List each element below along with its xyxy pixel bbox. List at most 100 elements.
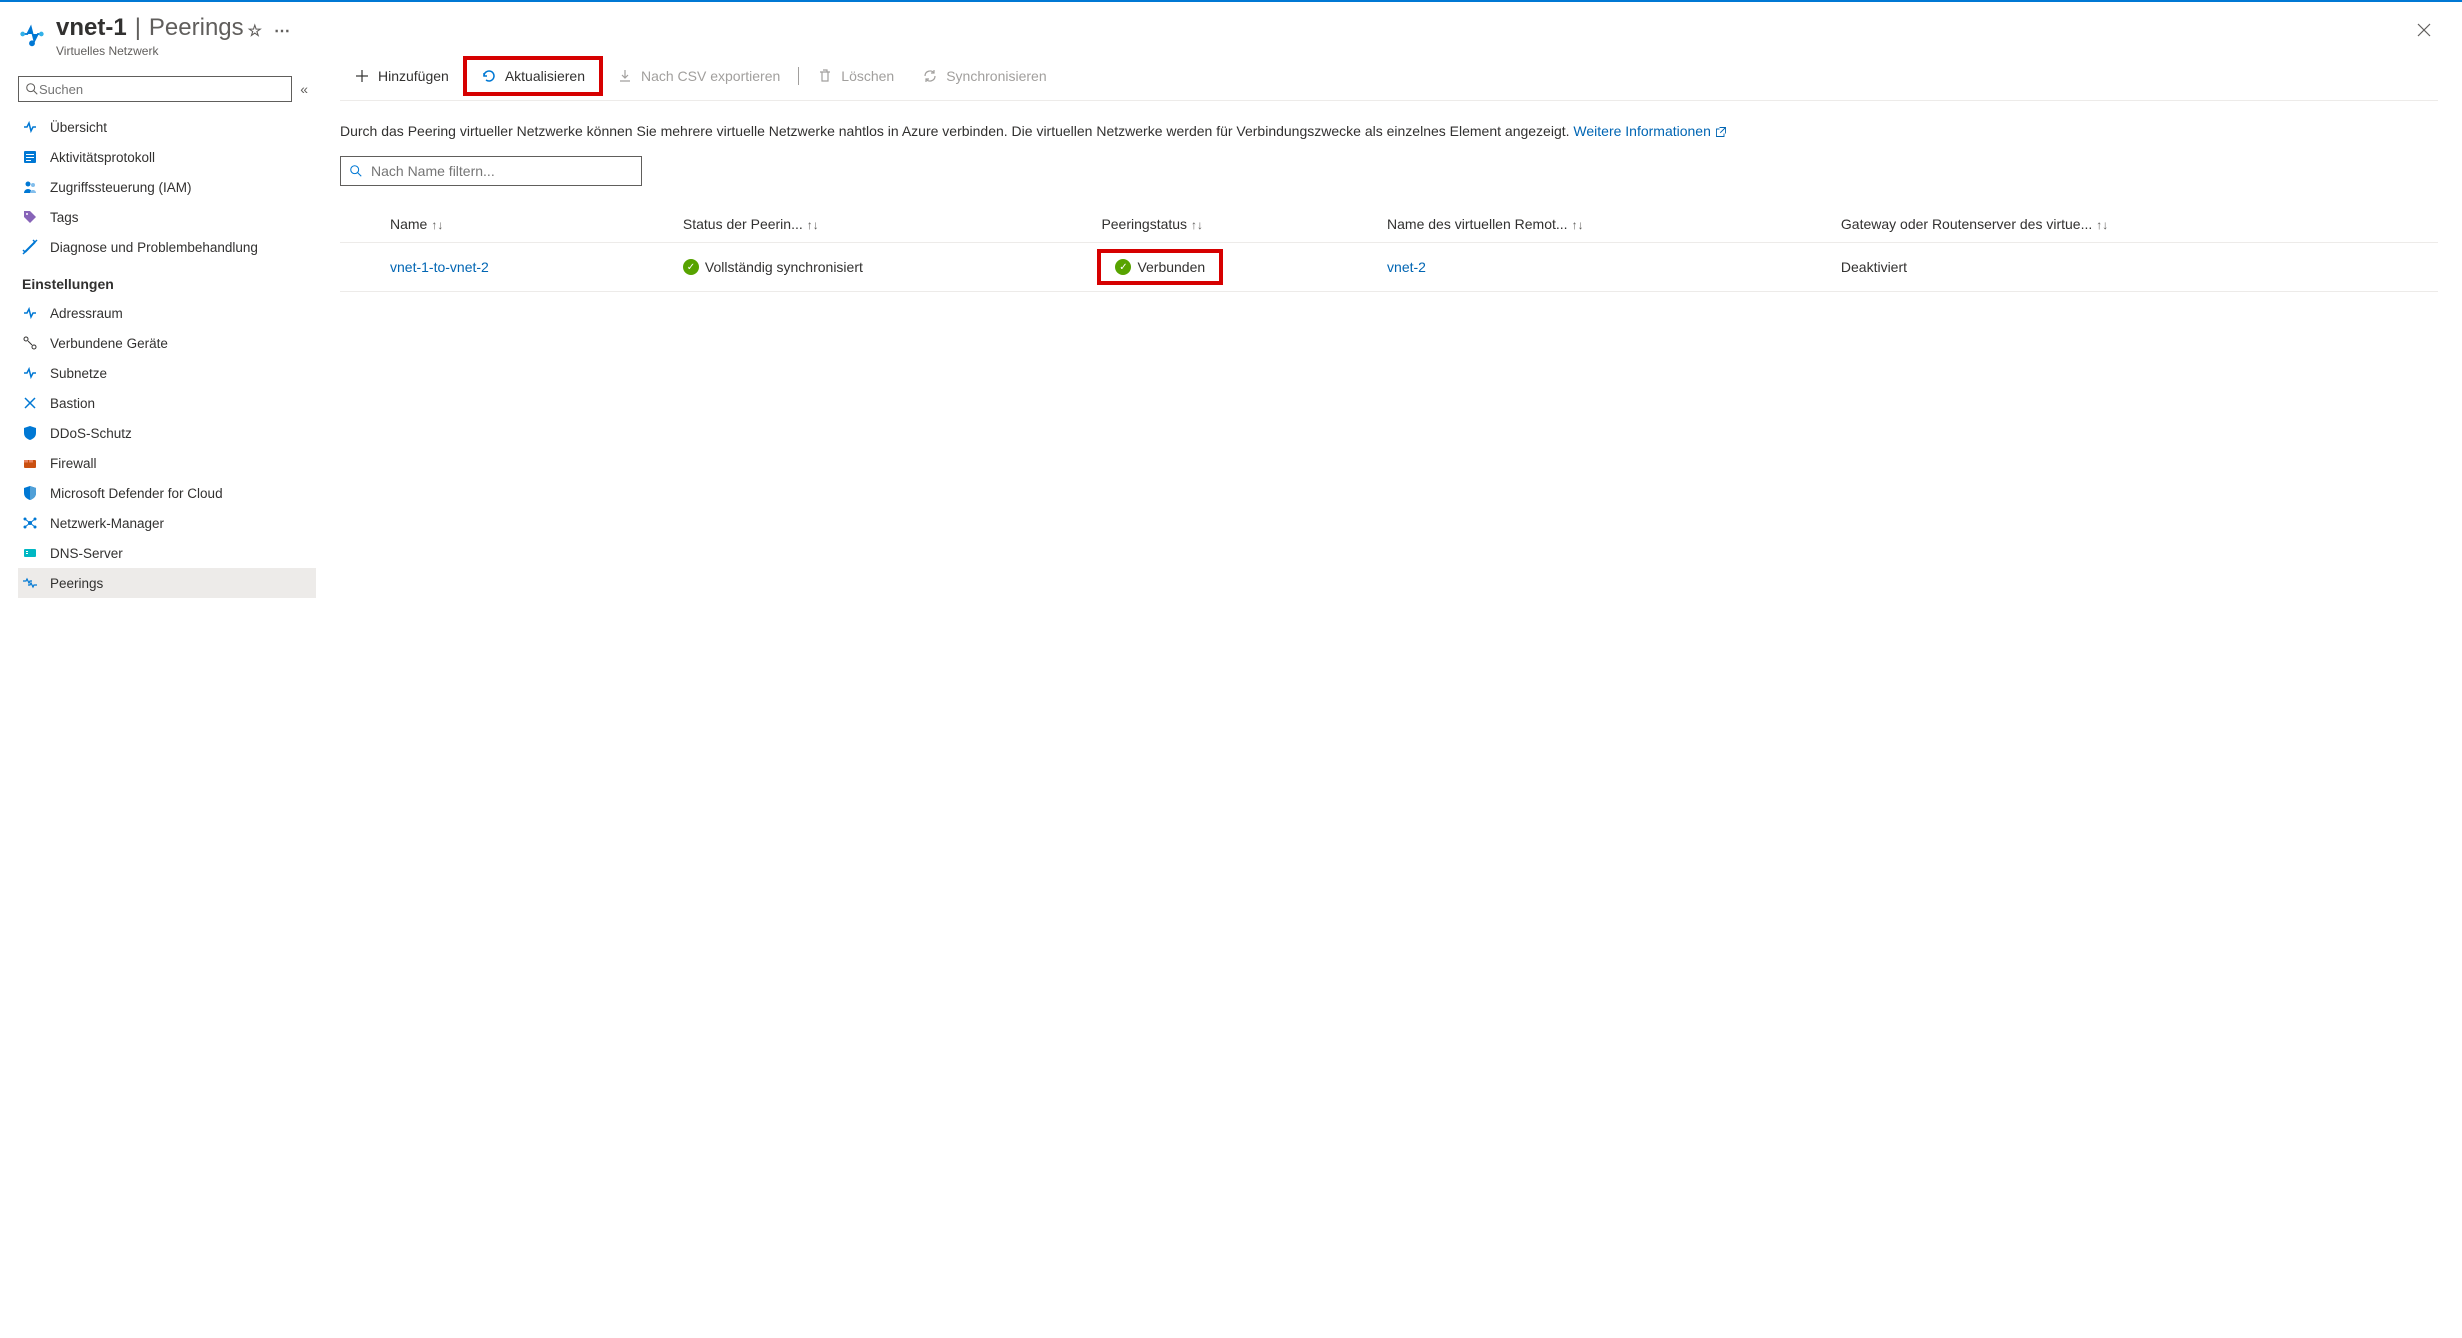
resource-type: Virtuelles Netzwerk: [56, 44, 316, 58]
nav-firewall[interactable]: Firewall: [18, 448, 316, 478]
page-name: Peerings: [149, 14, 244, 42]
peerings-table: Name↑↓ Status der Peerin...↑↓ Peeringsta…: [340, 206, 2438, 292]
log-icon: [22, 149, 38, 165]
nav-address-space[interactable]: Adressraum: [18, 298, 316, 328]
remote-vnet-link[interactable]: vnet-2: [1387, 259, 1426, 275]
nav-label: Aktivitätsprotokoll: [50, 150, 155, 165]
nav-connected-devices[interactable]: Verbundene Geräte: [18, 328, 316, 358]
nav-label: Zugriffssteuerung (IAM): [50, 180, 192, 195]
sync-button[interactable]: Synchronisieren: [908, 64, 1060, 88]
nav-label: DNS-Server: [50, 546, 123, 561]
nav-overview[interactable]: Übersicht: [18, 112, 316, 142]
bastion-icon: [22, 395, 38, 411]
overview-icon: [22, 119, 38, 135]
col-sync-status[interactable]: Status der Peerin...↑↓: [675, 206, 1094, 243]
sort-icon: ↑↓: [431, 218, 443, 232]
delete-button[interactable]: Löschen: [803, 64, 908, 88]
add-label: Hinzufügen: [378, 68, 449, 84]
learn-more-link[interactable]: Weitere Informationen: [1573, 123, 1726, 139]
sort-icon: ↑↓: [1572, 218, 1584, 232]
refresh-label: Aktualisieren: [505, 68, 585, 84]
col-peering-status[interactable]: Peeringstatus↑↓: [1093, 206, 1379, 243]
resource-name: vnet-1: [56, 14, 127, 42]
main-content: Hinzufügen Aktualisieren Nach CSV export…: [316, 4, 2462, 1338]
peerings-icon: [22, 575, 38, 591]
toolbar-separator: [798, 67, 799, 85]
nav-label: Bastion: [50, 396, 95, 411]
nav-label: Verbundene Geräte: [50, 336, 168, 351]
nav-peerings[interactable]: Peerings: [18, 568, 316, 598]
sort-icon: ↑↓: [2096, 218, 2108, 232]
refresh-button[interactable]: Aktualisieren: [463, 56, 603, 96]
refresh-icon: [481, 68, 497, 84]
sidebar: vnet-1 | Peerings ☆ ⋯ Virtuelles Netzwer…: [0, 4, 316, 1338]
nav-label: Tags: [50, 210, 79, 225]
search-icon: [349, 164, 363, 178]
nav-iam[interactable]: Zugriffssteuerung (IAM): [18, 172, 316, 202]
filter-input[interactable]: [371, 163, 633, 179]
dns-icon: [22, 545, 38, 561]
sync-status-text: Vollständig synchronisiert: [705, 259, 863, 275]
peering-name-link[interactable]: vnet-1-to-vnet-2: [390, 259, 489, 275]
col-name[interactable]: Name↑↓: [340, 206, 675, 243]
nav-label: Peerings: [50, 576, 103, 591]
network-manager-icon: [22, 515, 38, 531]
export-csv-button[interactable]: Nach CSV exportieren: [603, 64, 794, 88]
more-icon[interactable]: ⋯: [274, 21, 290, 41]
tag-icon: [22, 209, 38, 225]
external-link-icon: [1715, 126, 1727, 138]
search-icon: [25, 82, 39, 96]
vnet-icon: [18, 20, 46, 48]
sidebar-search[interactable]: [18, 76, 292, 102]
shield-icon: [22, 425, 38, 441]
nav-label: DDoS-Schutz: [50, 426, 132, 441]
sort-icon: ↑↓: [1191, 218, 1203, 232]
section-settings: Einstellungen: [18, 262, 316, 298]
sync-label: Synchronisieren: [946, 68, 1046, 84]
iam-icon: [22, 179, 38, 195]
address-icon: [22, 305, 38, 321]
col-remote-vnet[interactable]: Name des virtuellen Remot...↑↓: [1379, 206, 1833, 243]
col-gateway[interactable]: Gateway oder Routenserver des virtue...↑…: [1833, 206, 2438, 243]
nav-list: Übersicht Aktivitätsprotokoll Zugriffsst…: [18, 112, 316, 598]
sidebar-search-input[interactable]: [39, 82, 285, 97]
plus-icon: [354, 68, 370, 84]
firewall-icon: [22, 455, 38, 471]
close-blade-button[interactable]: [2416, 22, 2432, 41]
nav-subnets[interactable]: Subnetze: [18, 358, 316, 388]
nav-diagnose[interactable]: Diagnose und Problembehandlung: [18, 232, 316, 262]
nav-tags[interactable]: Tags: [18, 202, 316, 232]
nav-label: Adressraum: [50, 306, 123, 321]
resource-header: vnet-1 | Peerings ☆ ⋯ Virtuelles Netzwer…: [18, 14, 316, 58]
defender-icon: [22, 485, 38, 501]
info-paragraph: Durch das Peering virtueller Netzwerke k…: [340, 121, 2438, 142]
favorite-icon[interactable]: ☆: [248, 21, 262, 41]
nav-label: Microsoft Defender for Cloud: [50, 486, 223, 501]
toolbar: Hinzufügen Aktualisieren Nach CSV export…: [340, 56, 2438, 101]
nav-label: Übersicht: [50, 120, 107, 135]
success-icon: ✓: [683, 259, 699, 275]
nav-defender[interactable]: Microsoft Defender for Cloud: [18, 478, 316, 508]
peering-status-text: Verbunden: [1137, 259, 1205, 275]
nav-label: Netzwerk-Manager: [50, 516, 164, 531]
trash-icon: [817, 68, 833, 84]
success-icon: ✓: [1115, 259, 1131, 275]
devices-icon: [22, 335, 38, 351]
nav-label: Firewall: [50, 456, 97, 471]
sync-icon: [922, 68, 938, 84]
collapse-sidebar-icon[interactable]: «: [300, 81, 308, 97]
export-label: Nach CSV exportieren: [641, 68, 780, 84]
delete-label: Löschen: [841, 68, 894, 84]
nav-ddos[interactable]: DDoS-Schutz: [18, 418, 316, 448]
nav-activity-log[interactable]: Aktivitätsprotokoll: [18, 142, 316, 172]
add-button[interactable]: Hinzufügen: [340, 64, 463, 88]
gateway-text: Deaktiviert: [1841, 259, 1907, 275]
filter-box[interactable]: [340, 156, 642, 186]
nav-dns[interactable]: DNS-Server: [18, 538, 316, 568]
nav-bastion[interactable]: Bastion: [18, 388, 316, 418]
table-row[interactable]: vnet-1-to-vnet-2 ✓ Vollständig synchroni…: [340, 243, 2438, 292]
page-title: vnet-1 | Peerings ☆ ⋯: [56, 14, 316, 42]
info-text: Durch das Peering virtueller Netzwerke k…: [340, 123, 1570, 139]
nav-network-manager[interactable]: Netzwerk-Manager: [18, 508, 316, 538]
subnet-icon: [22, 365, 38, 381]
